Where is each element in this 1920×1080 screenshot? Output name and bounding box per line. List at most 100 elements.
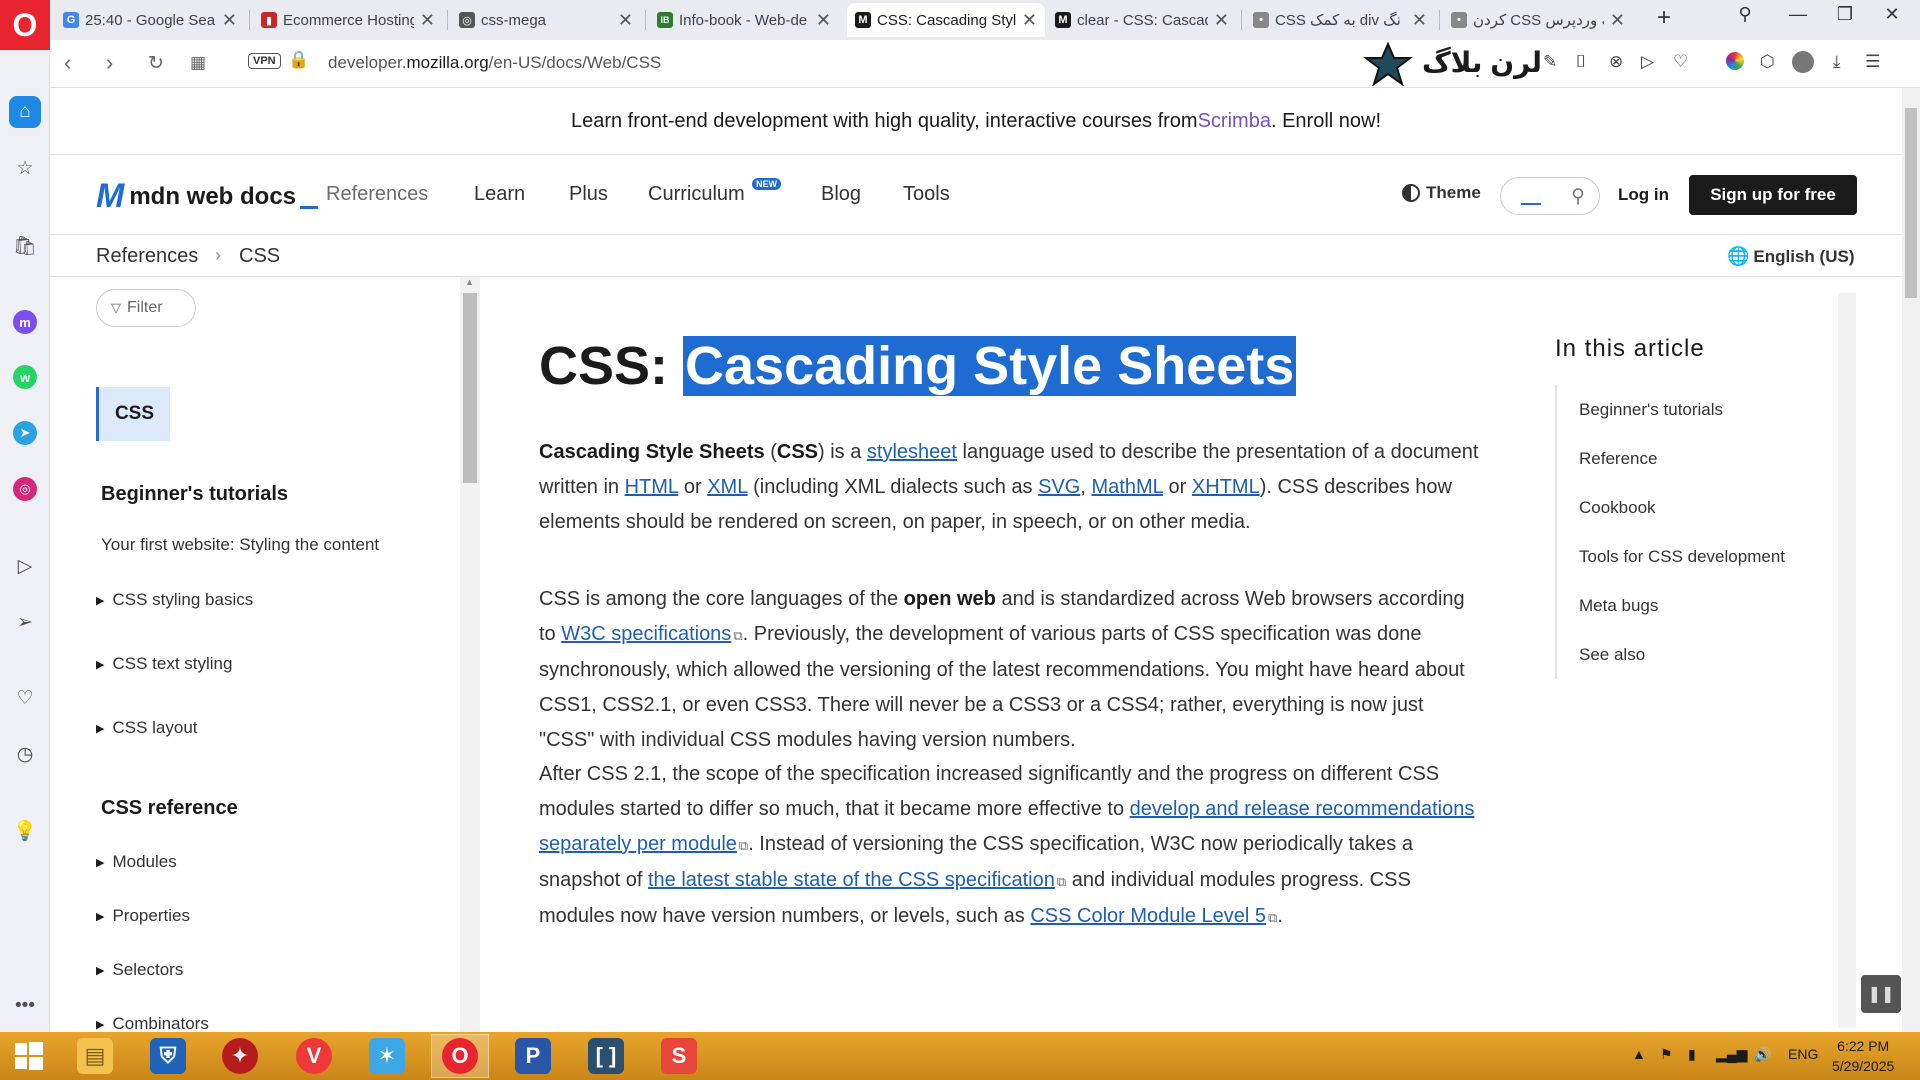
tray-volume-icon[interactable]: 🔊 (1754, 1046, 1771, 1063)
breadcrumb-references[interactable]: References (96, 245, 198, 268)
lock-icon[interactable]: 🔒 (288, 50, 309, 70)
filter-button[interactable]: ▽ Filter (96, 289, 196, 327)
close-tab-icon[interactable]: ✕ (1610, 10, 1625, 31)
app-red-icon[interactable]: ✦ (211, 1034, 269, 1078)
new-tab-icon[interactable]: + (1644, 4, 1684, 32)
forward-icon[interactable]: › (106, 50, 113, 76)
more-icon[interactable]: ••• (9, 990, 41, 1022)
browser-tab-active[interactable]: M CSS: Cascading Style ✕ (847, 3, 1045, 37)
link-svg[interactable]: SVG (1038, 476, 1080, 498)
sidebar-toggle[interactable]: ▶ Modules (96, 852, 177, 872)
color-wheel-icon[interactable] (1726, 52, 1744, 70)
toc-item[interactable]: Cookbook (1557, 483, 1845, 532)
maximize-icon[interactable]: ❐ (1825, 4, 1865, 25)
tray-battery-icon[interactable]: ▮ (1688, 1046, 1696, 1063)
shopping-bag-icon[interactable]: 🛍 (9, 230, 41, 262)
page-scrollbar[interactable] (1902, 88, 1920, 1032)
nav-references[interactable]: References (326, 183, 428, 206)
app-p-icon[interactable]: P (504, 1034, 562, 1078)
close-tab-icon[interactable]: ✕ (222, 10, 237, 31)
heart-icon[interactable]: ♡ (9, 682, 41, 714)
sidebar-toggle[interactable]: ▶ CSS text styling (96, 654, 232, 674)
close-tab-icon[interactable]: ✕ (420, 10, 435, 31)
url-field[interactable]: developer.mozilla.org/en-US/docs/Web/CSS (328, 53, 661, 73)
mdn-logo[interactable]: M mdn web docs (96, 177, 319, 216)
vpn-badge[interactable]: VPN (248, 53, 281, 69)
link-xhtml[interactable]: XHTML (1192, 476, 1260, 498)
toc-item[interactable]: Meta bugs (1557, 581, 1845, 630)
edit-icon[interactable]: ✎ (1543, 52, 1557, 72)
link-w3c-specifications[interactable]: W3C specifications (561, 623, 731, 645)
home-icon[interactable]: ⌂ (9, 96, 41, 128)
opera-logo-icon[interactable]: O (0, 0, 50, 50)
nav-curriculum[interactable]: Curriculum (648, 183, 745, 206)
link-stylesheet[interactable]: stylesheet (867, 441, 957, 463)
scrimba-link[interactable]: Scrimba (1198, 110, 1271, 133)
nav-plus[interactable]: Plus (569, 183, 608, 206)
signup-button[interactable]: Sign up for free (1689, 175, 1857, 215)
close-tab-icon[interactable]: ✕ (618, 10, 633, 31)
search-input[interactable]: ⚲ (1500, 177, 1600, 215)
close-tab-icon[interactable]: ✕ (1412, 10, 1427, 31)
file-explorer-icon[interactable]: ▤ (66, 1034, 124, 1078)
tray-network-icon[interactable]: ▂▄▆ (1716, 1046, 1747, 1063)
sidebar-toggle[interactable]: ▶ Properties (96, 906, 190, 926)
link-css-color-module[interactable]: CSS Color Module Level 5 (1030, 905, 1266, 927)
block-icon[interactable]: ⊗ (1609, 52, 1623, 72)
heart-icon[interactable]: ♡ (1673, 52, 1688, 72)
toc-item[interactable]: Reference (1557, 434, 1845, 483)
send-icon[interactable]: ➢ (9, 606, 41, 638)
tray-flag-icon[interactable]: ⚑ (1660, 1046, 1673, 1063)
app-s-icon[interactable]: S (650, 1034, 708, 1078)
nav-blog[interactable]: Blog (821, 183, 861, 206)
sidebar-item[interactable]: Your first website: Styling the content (101, 535, 379, 555)
app-blue-icon[interactable]: ✶ (358, 1034, 416, 1078)
close-window-icon[interactable]: ✕ (1872, 4, 1912, 25)
cube-icon[interactable]: ⬡ (1760, 52, 1775, 72)
search-tabs-icon[interactable]: ⚲ (1725, 4, 1765, 25)
sidebar-toggle[interactable]: ▶ Selectors (96, 960, 183, 980)
toc-item[interactable]: Beginner's tutorials (1557, 385, 1845, 434)
download-icon[interactable]: ⤓ (1833, 52, 1841, 72)
grid-icon[interactable]: ▦ (190, 53, 206, 73)
link-html[interactable]: HTML (625, 476, 679, 498)
tray-language[interactable]: ENG (1788, 1046, 1818, 1062)
tray-up-arrow-icon[interactable]: ▲ (1632, 1046, 1646, 1062)
link-latest-stable-state[interactable]: the latest stable state of the CSS speci… (648, 869, 1055, 891)
vivaldi-icon[interactable]: V (285, 1034, 343, 1078)
nav-tools[interactable]: Tools (903, 183, 950, 206)
opera-taskbar-icon[interactable]: O (431, 1034, 489, 1078)
browser-tab[interactable]: G 25:40 - Google Sea ✕ (55, 3, 245, 37)
sidebar-scrollbar[interactable]: ▲ (460, 277, 480, 1032)
player-icon[interactable]: ▷ (9, 550, 41, 582)
scrollbar-thumb[interactable] (1905, 108, 1917, 298)
taskbar-clock[interactable]: 6:22 PM 5/29/2025 (1832, 1036, 1894, 1076)
messenger-icon[interactable]: m (9, 306, 41, 338)
reload-icon[interactable]: ↻ (148, 52, 164, 75)
history-icon[interactable]: ◷ (9, 738, 41, 770)
camera-icon[interactable]: ⌷ (1576, 52, 1586, 72)
menu-icon[interactable]: ☰ (1865, 52, 1880, 72)
avatar-icon[interactable] (1792, 51, 1814, 73)
instagram-icon[interactable]: ◎ (9, 473, 41, 505)
toc-item[interactable]: Tools for CSS development (1557, 532, 1845, 581)
toc-item[interactable]: See also (1557, 630, 1845, 679)
browser-tab[interactable]: ◎ css-mega ✕ (451, 3, 641, 37)
link-xml[interactable]: XML (707, 476, 747, 498)
whatsapp-icon[interactable]: w (9, 361, 41, 393)
language-selector[interactable]: 🌐 English (US) (1727, 246, 1854, 267)
close-tab-icon[interactable]: ✕ (1214, 10, 1229, 31)
back-icon[interactable]: ‹ (64, 50, 71, 76)
sidebar-current-css[interactable]: CSS (96, 387, 170, 441)
security-shield-icon[interactable]: ⛨ (139, 1034, 197, 1078)
sidebar-scrollbar-thumb[interactable] (463, 293, 477, 483)
browser-tab[interactable]: IB Info-book - Web-de ✕ (649, 3, 839, 37)
browser-tab[interactable]: • کردن CSS به وردپرس ✕ (1443, 3, 1633, 37)
theme-button[interactable]: Theme (1402, 183, 1481, 203)
browser-tab[interactable]: • CSS به کمک div نگ ✕ (1245, 3, 1435, 37)
app-bracket-icon[interactable]: [ ] (577, 1034, 635, 1078)
minimize-icon[interactable]: — (1778, 4, 1818, 25)
pause-icon[interactable]: ❚❚ (1861, 975, 1901, 1013)
close-tab-icon[interactable]: ✕ (1022, 10, 1037, 31)
toc-scrollbar[interactable] (1838, 293, 1856, 1028)
